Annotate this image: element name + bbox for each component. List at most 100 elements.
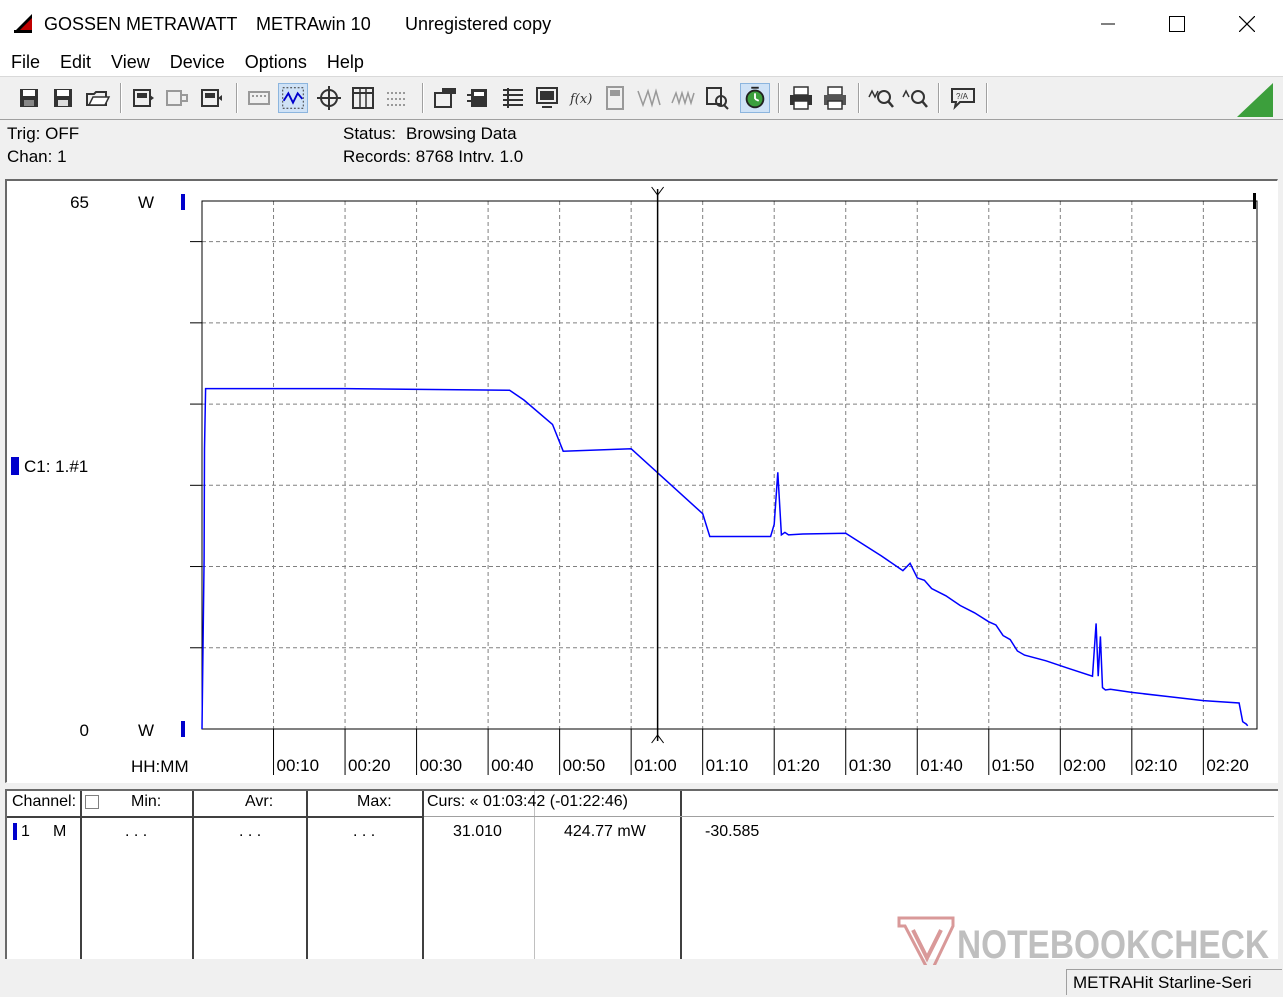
open-folder-icon[interactable] — [82, 83, 112, 113]
toolbar-separator — [236, 83, 238, 113]
keypad-icon[interactable] — [244, 83, 274, 113]
header-cursor: Curs: « 01:03:42 (-01:22:46) — [427, 793, 629, 810]
minimize-button[interactable] — [1073, 0, 1143, 48]
cursor-line[interactable] — [651, 186, 665, 744]
toolbar-separator — [422, 83, 424, 113]
record-clock-icon[interactable] — [740, 83, 770, 113]
row-delta: 424.77 mW — [564, 823, 646, 840]
x-tick-label: 01:00 — [634, 756, 677, 775]
signal-icon[interactable] — [634, 83, 664, 113]
row-diff: -30.585 — [705, 823, 760, 840]
y-top-unit: W — [138, 193, 154, 212]
status-bar: METRAHit Starline-Seri — [0, 965, 1283, 997]
header-max: Max: — [357, 793, 392, 810]
channel-label: C1: 1.#1 — [24, 457, 88, 476]
status-triangle-icon — [1237, 83, 1273, 117]
monitor-icon[interactable] — [532, 83, 562, 113]
row-min: . . . — [125, 823, 148, 840]
plot-frame — [201, 200, 1258, 730]
x-axis-label: HH:MM — [131, 757, 189, 776]
menu-device[interactable]: Device — [159, 48, 234, 76]
menu-edit[interactable]: Edit — [49, 48, 100, 76]
header-avr: Avr: — [245, 793, 274, 810]
vendor-title: GOSSEN METRAWATT — [44, 14, 238, 34]
x-tick-label: 00:30 — [420, 756, 463, 775]
save-as-icon[interactable] — [48, 83, 78, 113]
close-button[interactable] — [1212, 0, 1282, 48]
y-bottom-label: 0 — [80, 721, 89, 740]
graph-view-icon[interactable] — [278, 83, 308, 113]
menu-options[interactable]: Options — [234, 48, 316, 76]
zoom-out-icon[interactable] — [900, 83, 930, 113]
x-tick-label: 00:10 — [277, 756, 320, 775]
print-icon[interactable] — [820, 83, 850, 113]
device-connect-icon[interactable] — [162, 83, 192, 113]
menu-help[interactable]: Help — [316, 48, 373, 76]
waveform-icon[interactable] — [668, 83, 698, 113]
search-records-icon[interactable] — [702, 83, 732, 113]
toolbar-separator — [986, 83, 988, 113]
trigger-status: Trig: OFF — [7, 124, 80, 143]
zoom-in-icon[interactable] — [866, 83, 896, 113]
row-cursor-value: 31.010 — [453, 823, 502, 840]
row-max: . . . — [353, 823, 376, 840]
toolbar-separator — [938, 83, 940, 113]
row-channel-marker — [13, 823, 17, 840]
formula-icon[interactable]: f(x) — [566, 83, 596, 113]
right-edge-marker — [1253, 193, 1256, 209]
x-axis-ticks: 00:10 00:20 00:30 00:40 00:50 01:00 01:10 01:20… — [273, 729, 1249, 775]
app-title: METRAwin 10 — [256, 14, 371, 34]
save-icon[interactable] — [14, 83, 44, 113]
watermark-text: NOTEBOOKCHECK — [957, 923, 1269, 967]
app-window: GOSSEN METRAWATT METRAwin 10 Unregistere… — [0, 0, 1283, 997]
status-value: Browsing Data — [406, 124, 517, 143]
toolbar-separator — [858, 83, 860, 113]
x-tick-label: 01:50 — [992, 756, 1035, 775]
status-label: Status: — [343, 124, 396, 143]
help-icon[interactable]: ?/A — [948, 83, 978, 113]
row-mode: M — [53, 823, 67, 840]
config-icon[interactable] — [430, 83, 460, 113]
x-tick-label: 00:20 — [348, 756, 391, 775]
series-line-c1 — [201, 387, 1249, 730]
device-status: METRAHit Starline-Seri — [1066, 969, 1282, 995]
x-tick-label: 02:10 — [1135, 756, 1178, 775]
x-tick-label: 02:20 — [1206, 756, 1249, 775]
toolbar-separator — [778, 83, 780, 113]
power-chart[interactable]: 00:10 00:20 00:30 00:40 00:50 01:00 01:10 01:20… — [7, 181, 1277, 781]
x-tick-label: 01:20 — [777, 756, 820, 775]
maximize-button[interactable] — [1142, 0, 1212, 48]
chart-grid — [202, 201, 1257, 729]
app-logo-icon — [14, 14, 32, 33]
device-read-icon[interactable] — [128, 83, 158, 113]
header-channel: Channel: — [12, 793, 77, 810]
menu-view[interactable]: View — [100, 48, 159, 76]
menu-bar: File Edit View Device Options Help — [0, 48, 1283, 76]
crosshair-icon[interactable] — [314, 83, 344, 113]
device-settings-icon[interactable] — [600, 83, 630, 113]
data-list-icon[interactable] — [498, 83, 528, 113]
x-tick-label: 01:30 — [849, 756, 892, 775]
y-top-marker — [181, 194, 185, 210]
print-preview-icon[interactable] — [786, 83, 816, 113]
license-title: Unregistered copy — [405, 14, 552, 34]
channel-status: Chan: 1 — [7, 147, 67, 166]
channel-marker — [11, 457, 19, 475]
table-view-icon[interactable] — [348, 83, 378, 113]
device-send-icon[interactable] — [196, 83, 226, 113]
chart-panel[interactable]: 00:10 00:20 00:30 00:40 00:50 01:00 01:10 01:20… — [5, 179, 1278, 783]
minimize-icon — [1101, 23, 1115, 25]
list-view-icon[interactable] — [382, 83, 412, 113]
toolbar-separator — [120, 83, 122, 113]
menu-file[interactable]: File — [0, 48, 49, 76]
records-info: Records: 8768 Intrv. 1.0 — [343, 147, 524, 166]
svg-text:f(x): f(x) — [569, 92, 592, 107]
memory-icon[interactable] — [464, 83, 494, 113]
close-icon — [1239, 16, 1255, 32]
x-tick-label: 00:50 — [563, 756, 606, 775]
y-bottom-unit: W — [138, 721, 154, 740]
channel-checkbox[interactable] — [85, 795, 99, 809]
maximize-icon — [1169, 16, 1185, 32]
row-channel: 1 — [21, 823, 30, 840]
x-tick-label: 02:00 — [1063, 756, 1106, 775]
